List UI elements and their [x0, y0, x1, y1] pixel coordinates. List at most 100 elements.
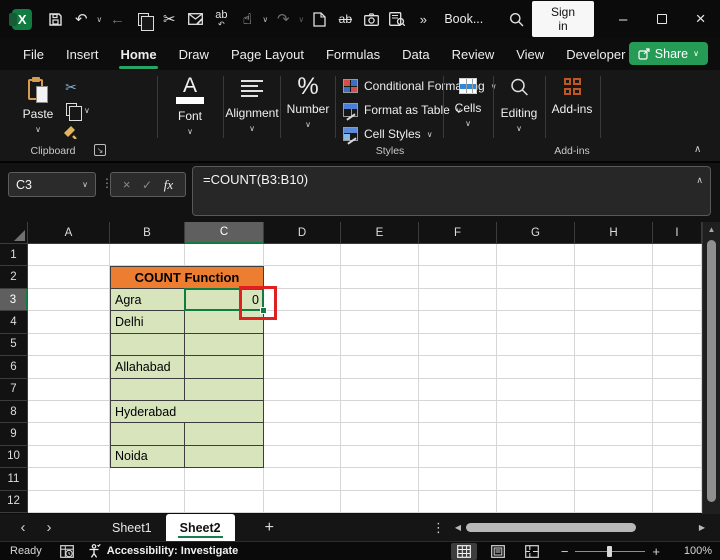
column-header-B[interactable]: B — [110, 222, 185, 244]
cell-H9[interactable] — [575, 423, 653, 446]
cell-H6[interactable] — [575, 356, 653, 379]
cell-B10[interactable]: Noida — [110, 445, 185, 469]
page-layout-view-button[interactable] — [485, 543, 511, 560]
cell-B2[interactable]: COUNT Function — [110, 266, 264, 289]
ribbon-tab-formulas[interactable]: Formulas — [315, 41, 391, 68]
fill-handle[interactable] — [260, 307, 267, 315]
cell-I5[interactable] — [653, 333, 702, 357]
formula-input[interactable]: =COUNT(B3:B10) ∧ — [192, 166, 711, 216]
cell-C4[interactable] — [185, 311, 264, 334]
scroll-right-icon[interactable]: ▶ — [696, 523, 708, 532]
sign-in-button[interactable]: Sign in — [532, 1, 594, 37]
cell-F11[interactable] — [419, 468, 497, 491]
touch-mode-icon[interactable]: ☝ — [234, 7, 260, 31]
cell-E4[interactable] — [341, 311, 419, 334]
row-header-3[interactable]: 3 — [0, 288, 28, 312]
select-all-corner[interactable] — [0, 222, 28, 244]
ribbon-cut-icon[interactable]: ✂ — [60, 78, 82, 96]
cell-G10[interactable] — [497, 445, 575, 469]
ribbon-copy-icon[interactable] — [62, 100, 82, 121]
cell-C5[interactable] — [185, 333, 264, 357]
cell-A11[interactable] — [28, 468, 110, 491]
excel-logo-icon[interactable]: X — [8, 8, 33, 30]
maximize-button[interactable] — [643, 0, 682, 38]
cell-F10[interactable] — [419, 445, 497, 469]
cell-H10[interactable] — [575, 445, 653, 469]
font-menu-button[interactable]: A Font ∨ — [166, 75, 214, 136]
zoom-level[interactable]: 100% — [666, 545, 712, 557]
cell-I7[interactable] — [653, 378, 702, 401]
cut-icon[interactable]: ✂ — [156, 7, 182, 31]
sheet-tab-options-icon[interactable]: ⋮ — [432, 520, 445, 536]
cell-E6[interactable] — [341, 356, 419, 379]
cell-H11[interactable] — [575, 468, 653, 491]
cell-F5[interactable] — [419, 333, 497, 357]
undo-icon[interactable]: ↶ — [68, 7, 94, 31]
new-file-icon[interactable] — [306, 7, 332, 31]
cell-A4[interactable] — [28, 311, 110, 334]
page-break-preview-button[interactable] — [519, 543, 545, 560]
collapse-ribbon-icon[interactable]: ∧ — [694, 144, 701, 155]
cell-F1[interactable] — [419, 244, 497, 267]
number-menu-button[interactable]: % Number ∨ — [281, 73, 335, 129]
cell-C11[interactable] — [185, 468, 264, 491]
cell-F2[interactable] — [419, 266, 497, 289]
search-icon[interactable] — [509, 12, 524, 27]
redo-dropdown-icon[interactable]: ∨ — [296, 15, 306, 24]
sheet-tab-sheet2[interactable]: Sheet2 — [165, 514, 235, 541]
ribbon-tab-page-layout[interactable]: Page Layout — [220, 41, 315, 68]
clipboard-dialog-launcher[interactable]: ↘ — [94, 144, 106, 156]
column-header-H[interactable]: H — [575, 222, 653, 244]
cell-D5[interactable] — [264, 333, 341, 357]
cell-B4[interactable]: Delhi — [110, 311, 185, 334]
cell-G1[interactable] — [497, 244, 575, 267]
cell-E5[interactable] — [341, 333, 419, 357]
cell-F8[interactable] — [419, 400, 497, 424]
cell-A7[interactable] — [28, 378, 110, 401]
cell-E9[interactable] — [341, 423, 419, 446]
horizontal-scrollbar[interactable]: ◀ ▶ — [452, 520, 708, 535]
save-icon[interactable] — [42, 7, 68, 31]
cell-E1[interactable] — [341, 244, 419, 267]
cell-E10[interactable] — [341, 445, 419, 469]
column-header-I[interactable]: I — [653, 222, 702, 244]
cell-D8[interactable] — [264, 400, 341, 424]
camera-icon[interactable] — [358, 7, 384, 31]
cell-I6[interactable] — [653, 356, 702, 379]
cell-C10[interactable] — [185, 445, 264, 469]
scroll-left-icon[interactable]: ◀ — [452, 523, 464, 532]
row-header-6[interactable]: 6 — [0, 356, 28, 379]
accessibility-icon[interactable] — [88, 544, 101, 558]
vertical-scrollbar-thumb[interactable] — [707, 240, 716, 502]
cell-I8[interactable] — [653, 400, 702, 424]
cell-C3[interactable]: 0 — [185, 288, 264, 312]
touch-mode-dropdown-icon[interactable]: ∨ — [260, 15, 270, 24]
cell-H4[interactable] — [575, 311, 653, 334]
back-icon[interactable]: ← — [104, 7, 130, 31]
cell-A10[interactable] — [28, 445, 110, 469]
cell-H2[interactable] — [575, 266, 653, 289]
cell-I2[interactable] — [653, 266, 702, 289]
formula-bar-collapse-icon[interactable]: ∧ — [696, 175, 703, 186]
ribbon-tab-file[interactable]: File — [12, 41, 55, 68]
cell-D9[interactable] — [264, 423, 341, 446]
cell-I9[interactable] — [653, 423, 702, 446]
cell-G5[interactable] — [497, 333, 575, 357]
cell-C12[interactable] — [185, 490, 264, 514]
editing-menu-button[interactable]: Editing ∨ — [494, 78, 544, 133]
cell-G8[interactable] — [497, 400, 575, 424]
cell-C1[interactable] — [185, 244, 264, 267]
scroll-up-icon[interactable]: ▲ — [703, 225, 720, 234]
lookup-icon[interactable] — [384, 7, 410, 31]
cell-A5[interactable] — [28, 333, 110, 357]
strikethrough-icon[interactable]: ab — [332, 7, 358, 31]
cell-I4[interactable] — [653, 311, 702, 334]
cell-A6[interactable] — [28, 356, 110, 379]
column-header-C[interactable]: C — [185, 222, 264, 244]
cell-I11[interactable] — [653, 468, 702, 491]
more-commands-icon[interactable]: » — [410, 7, 436, 31]
minimize-button[interactable]: – — [604, 0, 643, 38]
row-header-2[interactable]: 2 — [0, 266, 28, 289]
cell-B7[interactable] — [110, 378, 185, 401]
horizontal-scrollbar-thumb[interactable] — [466, 523, 636, 532]
